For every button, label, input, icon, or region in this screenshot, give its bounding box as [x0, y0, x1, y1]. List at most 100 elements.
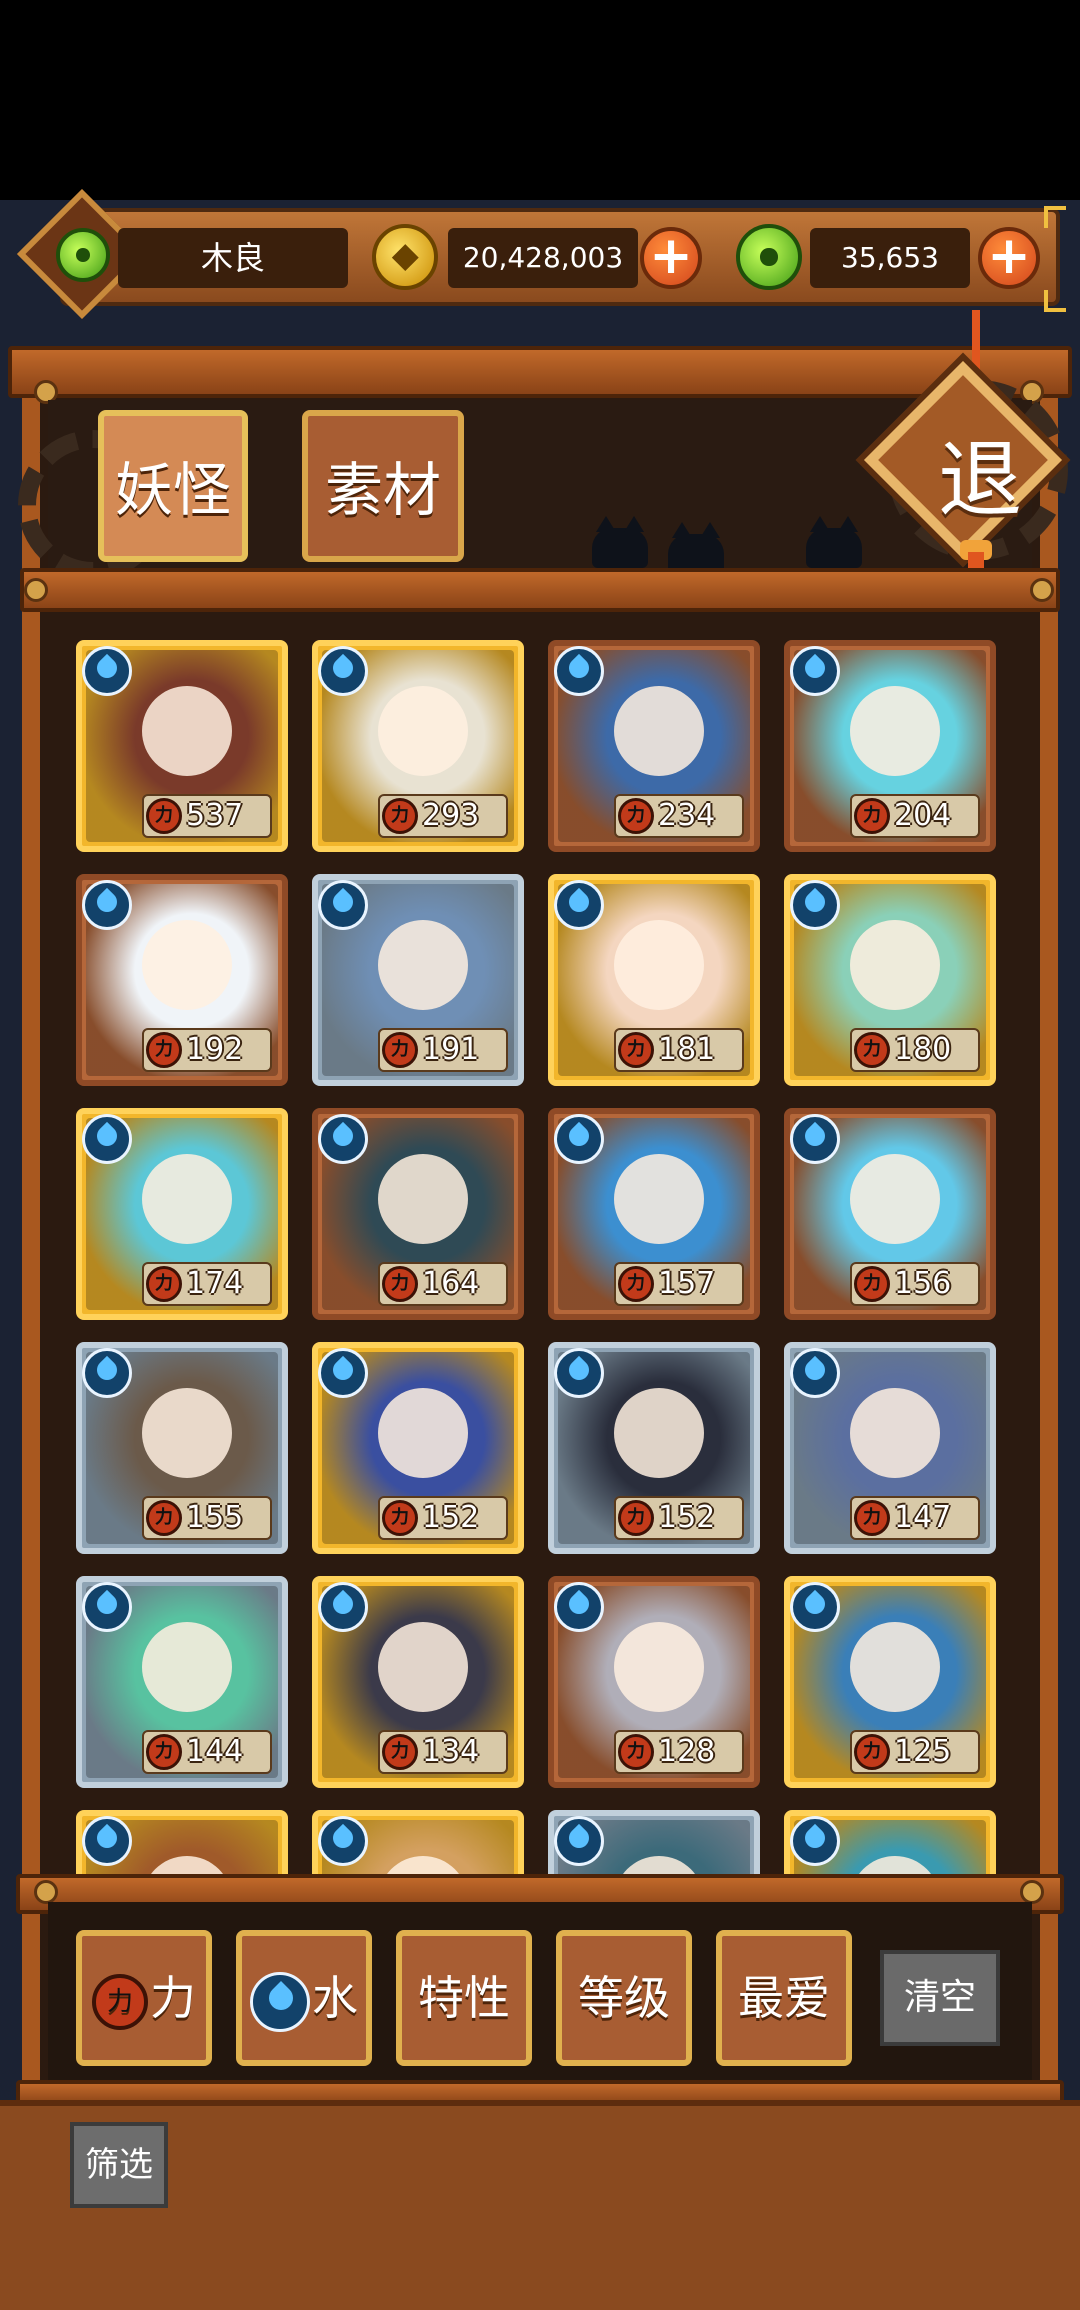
- monster-card[interactable]: 力 192: [76, 874, 288, 1086]
- shelf-beam: [20, 568, 1060, 612]
- power-icon: 力: [382, 1734, 418, 1770]
- monster-card[interactable]: 力 191: [312, 874, 524, 1086]
- monster-card[interactable]: 力 537: [76, 640, 288, 852]
- monster-card[interactable]: 力 180: [784, 874, 996, 1086]
- monster-face: [378, 920, 468, 1010]
- monster-face: [614, 686, 704, 776]
- power-value: 181: [658, 1032, 716, 1067]
- water-element-icon: [318, 1348, 368, 1398]
- monster-card[interactable]: 力 147: [784, 1342, 996, 1554]
- monster-card[interactable]: [548, 1810, 760, 1874]
- monster-face: [142, 686, 232, 776]
- clear-filter-button[interactable]: 清空: [880, 1950, 1000, 2046]
- monster-face: [142, 920, 232, 1010]
- monster-card[interactable]: 力 174: [76, 1108, 288, 1320]
- water-element-icon: [82, 1114, 132, 1164]
- power-icon: 力: [146, 1500, 182, 1536]
- power-badge: 力 191: [378, 1028, 508, 1072]
- power-value: 191: [422, 1032, 480, 1067]
- water-element-icon: [318, 880, 368, 930]
- power-icon: 力: [618, 1032, 654, 1068]
- power-value: 204: [894, 798, 952, 833]
- power-badge: 力 134: [378, 1730, 508, 1774]
- shadow-cat-decoration: [806, 516, 862, 568]
- gold-amount: 20,428,003: [448, 228, 638, 288]
- monster-face: [850, 686, 940, 776]
- player-name: 木良: [118, 228, 348, 288]
- power-badge: 力 147: [850, 1496, 980, 1540]
- power-icon: 力: [854, 1734, 890, 1770]
- filter-power-button[interactable]: 力力: [76, 1930, 212, 2066]
- shadow-cat-decoration: [592, 516, 648, 568]
- power-icon: 力: [854, 1500, 890, 1536]
- filter-screen-button[interactable]: 筛选: [70, 2122, 168, 2208]
- monster-card[interactable]: [76, 1810, 288, 1874]
- monster-card[interactable]: [784, 1810, 996, 1874]
- power-icon: 力: [382, 1032, 418, 1068]
- monster-grid[interactable]: 力 537 力 293 力 234 力 204 力 192 力 191 力 181 力 180 力 174 力 164…: [48, 612, 1032, 1874]
- water-element-icon: [790, 1816, 840, 1866]
- monster-face: [142, 1622, 232, 1712]
- monster-face: [850, 1388, 940, 1478]
- bolt: [24, 578, 48, 602]
- power-value: 144: [186, 1734, 244, 1769]
- power-value: 234: [658, 798, 716, 833]
- monster-face: [614, 1622, 704, 1712]
- monster-card[interactable]: 力 155: [76, 1342, 288, 1554]
- power-badge: 力 164: [378, 1262, 508, 1306]
- monster-card[interactable]: 力 234: [548, 640, 760, 852]
- power-badge: 力 192: [142, 1028, 272, 1072]
- jade-amount: 35,653: [810, 228, 970, 288]
- monster-card[interactable]: 力 156: [784, 1108, 996, 1320]
- water-element-icon: [318, 1114, 368, 1164]
- filter-water-button[interactable]: 水: [236, 1930, 372, 2066]
- power-icon: 力: [146, 1734, 182, 1770]
- water-element-icon: [82, 1348, 132, 1398]
- power-value: 293: [422, 798, 480, 833]
- monster-card[interactable]: 力 134: [312, 1576, 524, 1788]
- water-element-icon: [318, 1582, 368, 1632]
- power-value: 156: [894, 1266, 952, 1301]
- water-element-icon: [554, 646, 604, 696]
- monster-face: [850, 920, 940, 1010]
- monster-card[interactable]: [312, 1810, 524, 1874]
- power-value: 164: [422, 1266, 480, 1301]
- water-element-icon: [554, 1582, 604, 1632]
- monster-card[interactable]: 力 181: [548, 874, 760, 1086]
- monster-card[interactable]: 力 157: [548, 1108, 760, 1320]
- power-badge: 力 174: [142, 1262, 272, 1306]
- add-gold-button[interactable]: +: [640, 227, 702, 289]
- power-value: 152: [422, 1500, 480, 1535]
- tab-materials[interactable]: 素材: [302, 410, 464, 562]
- power-value: 134: [422, 1734, 480, 1769]
- filter-level-button[interactable]: 等级: [556, 1930, 692, 2066]
- power-badge: 力 144: [142, 1730, 272, 1774]
- monster-face: [850, 1622, 940, 1712]
- exit-button[interactable]: 退: [905, 420, 1055, 540]
- monster-card[interactable]: 力 204: [784, 640, 996, 852]
- monster-card[interactable]: 力 128: [548, 1576, 760, 1788]
- power-icon: 力: [618, 1500, 654, 1536]
- filter-trait-button[interactable]: 特性: [396, 1930, 532, 2066]
- power-value: 125: [894, 1734, 952, 1769]
- monster-card[interactable]: 力 125: [784, 1576, 996, 1788]
- monster-card[interactable]: 力 152: [548, 1342, 760, 1554]
- monster-face: [378, 1154, 468, 1244]
- water-element-icon: [790, 880, 840, 930]
- power-icon: 力: [618, 798, 654, 834]
- filter-favorite-button[interactable]: 最爱: [716, 1930, 852, 2066]
- monster-card[interactable]: 力 293: [312, 640, 524, 852]
- power-value: 128: [658, 1734, 716, 1769]
- status-area: [0, 0, 1080, 200]
- monster-card[interactable]: 力 144: [76, 1576, 288, 1788]
- add-jade-button[interactable]: +: [978, 227, 1040, 289]
- monster-card[interactable]: 力 164: [312, 1108, 524, 1320]
- bolt: [1020, 1880, 1044, 1904]
- power-icon: 力: [854, 1266, 890, 1302]
- tab-monsters[interactable]: 妖怪: [98, 410, 248, 562]
- monster-card[interactable]: 力 152: [312, 1342, 524, 1554]
- water-icon: [250, 1971, 310, 2032]
- monster-face: [850, 1154, 940, 1244]
- water-element-icon: [82, 1582, 132, 1632]
- bolt: [1030, 578, 1054, 602]
